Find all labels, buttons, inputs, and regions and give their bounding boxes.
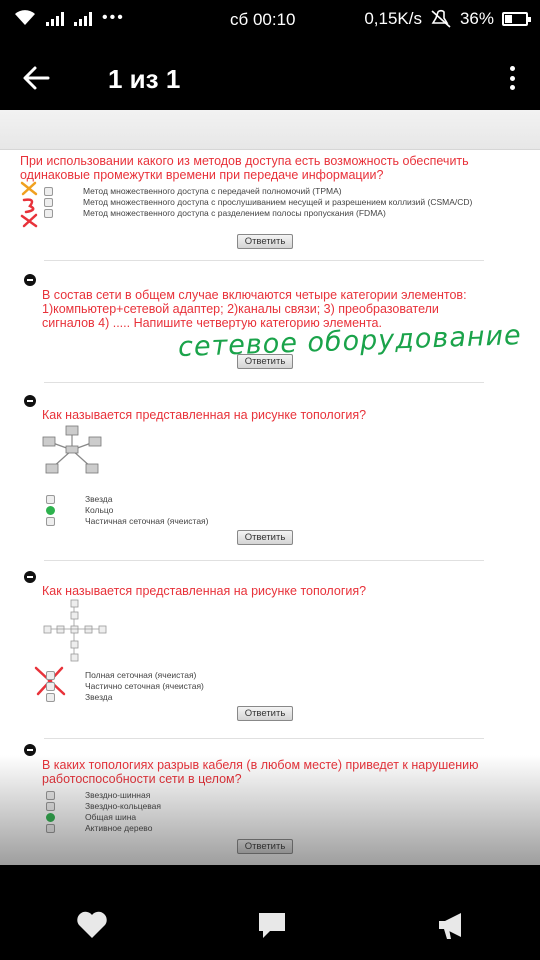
question-1: При использовании какого из методов дост… (20, 154, 500, 219)
checkbox[interactable] (46, 824, 55, 833)
checkbox[interactable] (46, 682, 55, 691)
mute-icon (431, 9, 451, 28)
question-5-options: Звездно-шинная Звездно-кольцевая Общая ш… (42, 790, 161, 834)
answer-button-2[interactable]: Ответить (237, 354, 293, 369)
question-3-option: Частичная сеточная (ячеистая) (42, 516, 209, 526)
answer-button-4[interactable]: Ответить (237, 706, 293, 721)
answer-button-5[interactable]: Ответить (237, 839, 293, 854)
question-1-option: Метод множественного доступа с передачей… (40, 186, 500, 196)
question-5-option: Активное дерево (42, 823, 161, 833)
handwritten-cross-marks (20, 181, 38, 228)
question-3: Как называется представленная на рисунке… (42, 408, 482, 422)
question-3-options: Звезда Кольцо Частичная сеточная (ячеист… (42, 494, 209, 527)
question-1-option: Метод множественного доступа с прослушив… (40, 197, 500, 207)
checkbox[interactable] (46, 791, 55, 800)
checkbox[interactable] (46, 693, 55, 702)
share-button[interactable] (436, 911, 470, 941)
answer-button-3[interactable]: Ответить (237, 530, 293, 545)
checkbox[interactable] (46, 671, 55, 680)
divider (44, 260, 484, 261)
question-1-option: Метод множественного доступа с разделени… (40, 208, 500, 218)
tree-topology-diagram (43, 599, 107, 662)
status-time: сб 00:10 (230, 10, 296, 29)
page-title: 1 из 1 (108, 64, 181, 94)
question-5: В каких топологиях разрыв кабеля (в любо… (42, 758, 482, 786)
photo-top-band (0, 110, 540, 150)
comment-button[interactable] (256, 911, 290, 941)
comment-icon (259, 913, 285, 938)
question-4-option: Звезда (42, 692, 204, 702)
megaphone-icon (439, 913, 461, 939)
more-vertical-icon (509, 66, 515, 71)
question-4-options: Полная сеточная (ячеистая) Частично сето… (42, 670, 204, 703)
question-4-text: Как называется представленная на рисунке… (42, 584, 367, 598)
question-5-option: Звездно-шинная (42, 790, 161, 800)
heart-icon (77, 911, 107, 938)
question-3-text: Как называется представленная на рисунке… (42, 408, 367, 422)
signal-1-icon (46, 10, 64, 26)
app-bar: 1 из 1 (0, 40, 540, 110)
signal-2-icon (74, 10, 92, 26)
bottom-bar (0, 865, 540, 960)
question-5-text: В каких топологиях разрыв кабеля (в любо… (42, 758, 479, 786)
divider (44, 560, 484, 561)
checkbox-checked[interactable] (46, 506, 55, 515)
collapse-icon (24, 744, 36, 756)
status-dots: ••• (102, 9, 125, 26)
checkbox[interactable] (46, 802, 55, 811)
battery-icon (502, 12, 531, 26)
more-button[interactable] (502, 62, 522, 94)
collapse-icon (24, 395, 36, 407)
question-5-option: Звездно-кольцевая (42, 801, 161, 811)
question-1-text: При использовании какого из методов дост… (20, 154, 469, 182)
wifi-icon (15, 10, 35, 25)
divider (44, 382, 484, 383)
status-right: 0,15K/s 36% (364, 9, 531, 29)
status-left: ••• (14, 9, 125, 27)
question-4-option: Полная сеточная (ячеистая) (42, 670, 204, 680)
status-bar: ••• сб 00:10 0,15K/s 36% (0, 0, 540, 40)
question-4: Как называется представленная на рисунке… (42, 584, 482, 598)
collapse-icon (24, 274, 36, 286)
checkbox[interactable] (46, 495, 55, 504)
question-3-option: Звезда (42, 494, 209, 504)
checkbox-checked[interactable] (46, 813, 55, 822)
network-speed: 0,15K/s (364, 9, 422, 28)
battery-fill (505, 15, 512, 23)
arrow-left-icon (23, 66, 50, 90)
battery-percent: 36% (459, 9, 494, 28)
question-3-option: Кольцо (42, 505, 209, 515)
question-4-option: Частично сеточная (ячеистая) (42, 681, 204, 691)
back-button[interactable] (22, 58, 62, 98)
question-5-option: Общая шина (42, 812, 161, 822)
star-topology-diagram (42, 425, 102, 474)
checkbox[interactable] (46, 517, 55, 526)
answer-button-1[interactable]: Ответить (237, 234, 293, 249)
divider (44, 738, 484, 739)
like-button[interactable] (76, 911, 110, 941)
collapse-icon (24, 571, 36, 583)
photo-viewer[interactable]: При использовании какого из методов дост… (0, 110, 540, 865)
